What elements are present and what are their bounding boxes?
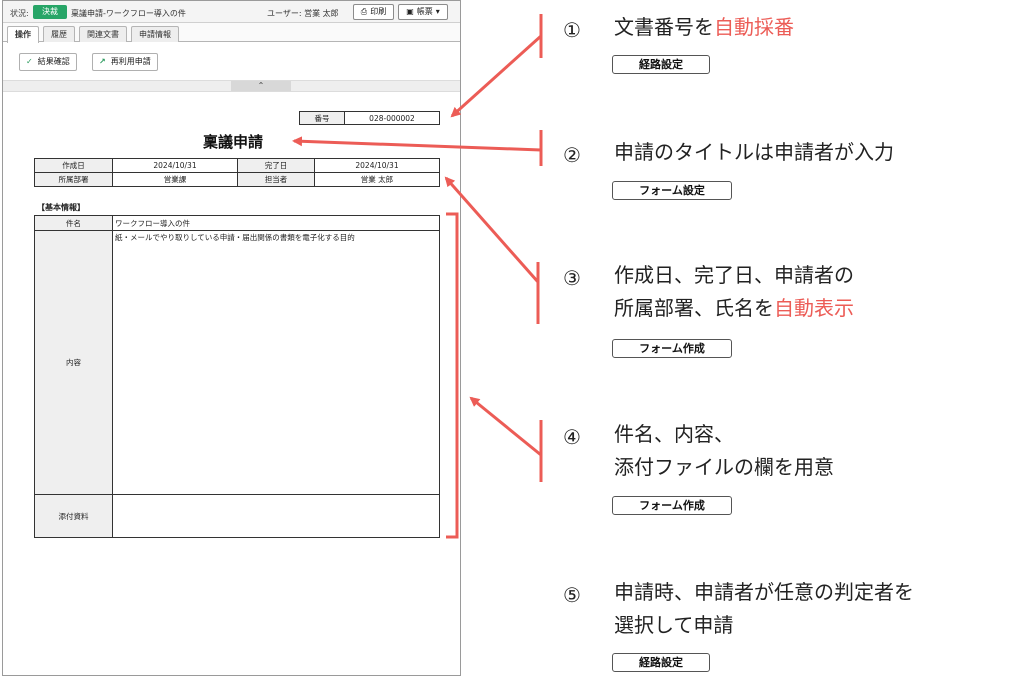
print-button[interactable]: ⎙ 印刷 xyxy=(353,4,394,20)
annotation-5-line1: 申請時、申請者が任意の判定者を xyxy=(614,580,914,604)
document-title: 稟議申請-ワークフロー導入の件 xyxy=(71,9,186,18)
annotation-3-line1: 作成日、完了日、申請者の xyxy=(614,263,854,287)
annotation-2-text: 申請のタイトルは申請者が入力 xyxy=(614,140,894,164)
reuse-apply-label: 再利用申請 xyxy=(110,57,151,66)
annotation-3-line2-a: 所属部署、氏名を xyxy=(614,296,774,320)
annotation-1-tag: 経路設定 xyxy=(612,55,710,74)
form-title: 稟議申請 xyxy=(202,133,263,151)
document-icon: ▣ xyxy=(406,7,414,16)
status-badge: 決裁 xyxy=(33,5,67,19)
attachment-label: 添付資料 xyxy=(34,494,113,538)
dept-value: 営業課 xyxy=(112,172,238,187)
section-basic-info: 【基本情報】 xyxy=(37,203,85,212)
tab-application-info[interactable]: 申請情報 xyxy=(131,26,179,42)
annotation-1-text-a: 文書番号を xyxy=(614,15,714,39)
current-user: ユーザー: 営業 太郎 xyxy=(267,9,339,18)
owner-value: 営業 太郎 xyxy=(314,172,440,187)
annotation-4-arrow xyxy=(469,396,542,457)
reuse-apply-button[interactable]: ↗ 再利用申請 xyxy=(92,53,158,71)
chevron-down-icon: ▾ xyxy=(435,7,440,16)
annotation-1-arrow xyxy=(450,34,543,118)
owner-label: 担当者 xyxy=(237,172,315,187)
annotation-2-tag: フォーム設定 xyxy=(612,181,732,200)
result-confirm-label: 結果確認 xyxy=(37,57,70,66)
status-bar: 状況: 決裁 稟議申請-ワークフロー導入の件 ユーザー: 営業 太郎 ⎙ 印刷 … xyxy=(3,1,460,23)
annotation-4-line1: 件名、内容、 xyxy=(614,422,734,446)
form-menu-button[interactable]: ▣ 帳票 ▾ xyxy=(398,4,448,20)
completed-label: 完了日 xyxy=(237,158,315,173)
annotation-1-text-highlight: 自動採番 xyxy=(714,15,794,39)
created-value: 2024/10/31 xyxy=(112,158,238,173)
subject-value[interactable]: ワークフロー導入の件 xyxy=(112,215,440,231)
number-label: 番号 xyxy=(299,111,345,125)
annotation-4-line2: 添付ファイルの欄を用意 xyxy=(614,455,834,479)
print-label: 印刷 xyxy=(370,7,387,16)
status-label: 状況: xyxy=(10,9,29,18)
completed-value: 2024/10/31 xyxy=(314,158,440,173)
form-menu-label: 帳票 xyxy=(416,7,433,16)
dept-label: 所属部署 xyxy=(34,172,113,187)
result-confirm-button[interactable]: ✓ 結果確認 xyxy=(19,53,77,71)
annotation-3-text-highlight: 自動表示 xyxy=(774,296,854,320)
content-label: 内容 xyxy=(34,230,113,495)
subject-label: 件名 xyxy=(34,215,113,231)
annotation-5-tag: 経路設定 xyxy=(612,653,710,672)
tab-operation[interactable]: 操作 xyxy=(7,26,39,43)
check-icon: ✓ xyxy=(26,57,33,66)
annotation-4-tag: フォーム作成 xyxy=(612,496,732,515)
number-value: 028-000002 xyxy=(344,111,440,125)
annotation-1-text: 文書番号を自動採番 xyxy=(614,12,794,43)
action-row: ✓ 結果確認 ↗ 再利用申請 xyxy=(3,42,460,80)
tab-bar: 操作 履歴 関連文書 申請情報 xyxy=(3,23,460,43)
attachment-field[interactable] xyxy=(112,494,440,538)
annotation-3-number: ③ xyxy=(563,266,581,290)
content-value[interactable]: 紙・メールでやり取りしている申請・届出関係の書類を電子化する目的 xyxy=(112,230,440,495)
tab-related-docs[interactable]: 関連文書 xyxy=(79,26,127,42)
annotation-5-line2: 選択して申請 xyxy=(614,613,734,637)
printer-icon: ⎙ xyxy=(360,7,368,16)
tab-history[interactable]: 履歴 xyxy=(43,26,75,42)
annotation-2-number: ② xyxy=(563,143,581,167)
annotation-4-number: ④ xyxy=(563,425,581,449)
export-icon: ↗ xyxy=(99,57,106,66)
annotation-5-number: ⑤ xyxy=(563,583,581,607)
workflow-window: 状況: 決裁 稟議申請-ワークフロー導入の件 ユーザー: 営業 太郎 ⎙ 印刷 … xyxy=(2,0,461,676)
annotation-3-tag: フォーム作成 xyxy=(612,339,732,358)
annotation-1-number: ① xyxy=(563,18,581,42)
collapse-bar: ⌃ xyxy=(3,80,460,92)
chevron-up-icon[interactable]: ⌃ xyxy=(231,81,291,91)
annotation-3-line2: 所属部署、氏名を自動表示 xyxy=(614,293,854,324)
created-label: 作成日 xyxy=(34,158,113,173)
